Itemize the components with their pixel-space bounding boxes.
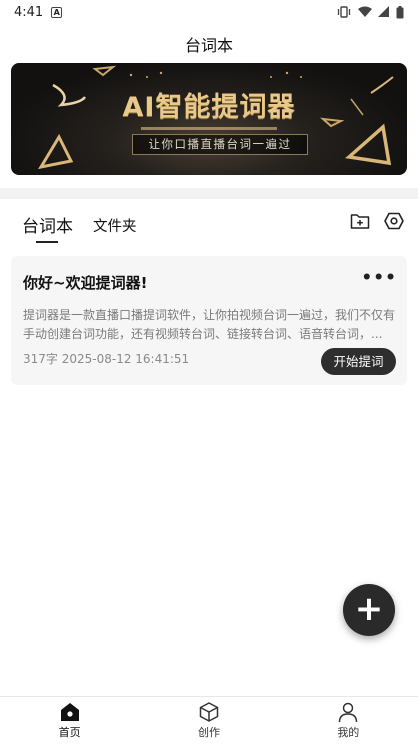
status-bar: 4:41 A <box>0 0 418 24</box>
add-script-button[interactable]: + <box>343 584 395 636</box>
banner-subtitle: 让你口播直播台词一遍过 <box>132 134 308 155</box>
nav-item-home[interactable]: 首页 <box>0 697 139 744</box>
banner-title: AI智能提词器 <box>122 92 296 123</box>
settings-icon[interactable] <box>384 212 404 230</box>
more-options-icon[interactable]: ••• <box>361 268 397 288</box>
notification-a-icon: A <box>51 6 63 18</box>
tab-actions <box>350 212 404 230</box>
nav-item-create[interactable]: 创作 <box>139 697 278 744</box>
card-preview-text: 提词器是一款直播口播提词软件，让你拍视频台词一遍过，我们不仅有手动创建台词功能，… <box>23 308 395 341</box>
active-tab-indicator <box>36 241 58 243</box>
promo-banner[interactable]: AI智能提词器 让你口播直播台词一遍过 <box>11 63 407 175</box>
card-meta: 317字 2025-08-12 16:41:51 <box>23 352 190 366</box>
section-divider <box>0 188 418 199</box>
status-time: 4:41 <box>14 4 44 20</box>
page-title: 台词本 <box>184 36 233 55</box>
add-folder-icon[interactable] <box>350 212 370 230</box>
tab-scripts[interactable]: 台词本 <box>22 212 73 237</box>
tab-bar: 台词本 文件夹 <box>22 212 137 243</box>
nav-label-home: 首页 <box>58 726 81 739</box>
cube-icon <box>199 702 219 722</box>
battery-icon <box>396 5 404 18</box>
nav-label-create: 创作 <box>197 726 220 739</box>
nav-item-profile[interactable]: 我的 <box>279 697 418 744</box>
script-card[interactable]: 你好~欢迎提词器! ••• 提词器是一款直播口播提词软件，让你拍视频台词一遍过，… <box>11 256 407 385</box>
bottom-navigation: 首页 创作 我的 <box>0 696 418 744</box>
nav-label-profile: 我的 <box>337 726 360 739</box>
card-title: 你好~欢迎提词器! <box>23 274 148 292</box>
vibrate-icon <box>337 6 351 18</box>
person-icon <box>339 702 358 723</box>
signal-icon <box>378 6 389 17</box>
home-icon <box>60 703 79 721</box>
start-prompter-button[interactable]: 开始提词 <box>321 348 396 375</box>
wifi-icon <box>358 6 372 17</box>
tab-folders[interactable]: 文件夹 <box>93 215 137 237</box>
